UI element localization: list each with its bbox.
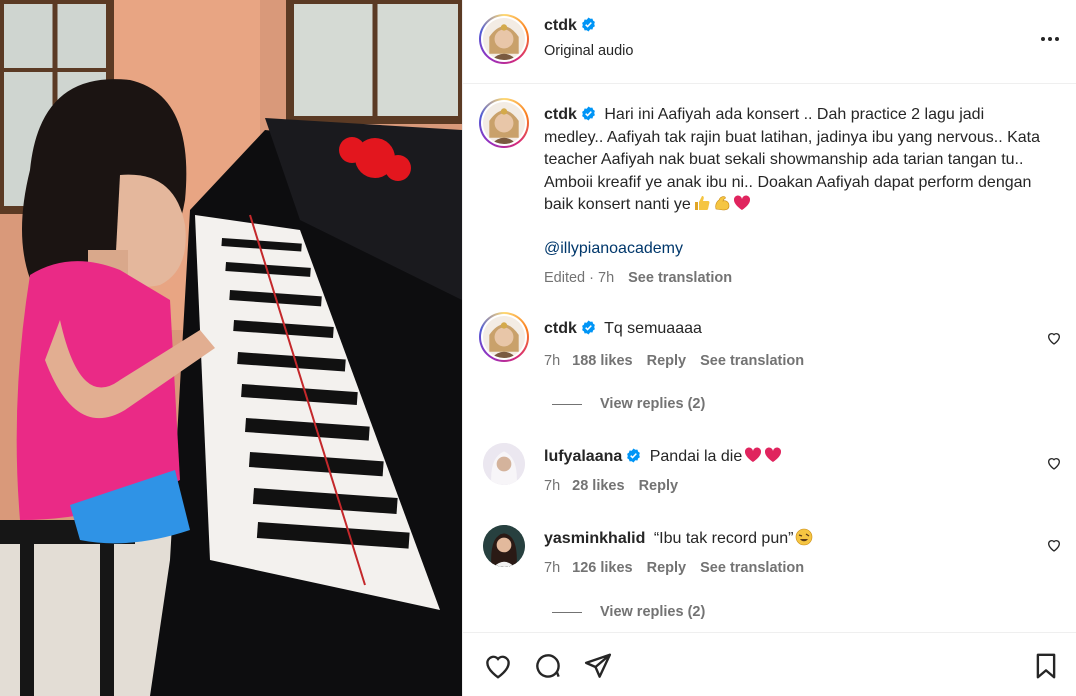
comment-avatar[interactable] — [483, 525, 525, 567]
comment-like-heart-icon[interactable] — [1046, 455, 1062, 471]
author-username[interactable]: ctdk — [544, 17, 596, 35]
comment-likes[interactable]: 28 likes — [572, 478, 624, 494]
comment-like-heart-icon[interactable] — [1046, 330, 1062, 346]
caption-avatar[interactable] — [479, 98, 529, 148]
comment-likes[interactable]: 188 likes — [572, 353, 632, 369]
red-heart-emoji-icon — [744, 446, 762, 464]
comment-3-meta: 7h 126 likes Reply See translation — [544, 560, 804, 576]
comment-text: Tq semuaaaa — [604, 320, 702, 337]
avatar-portrait-icon — [483, 443, 525, 485]
comment-text: “Ibu tak record pun” — [653, 530, 794, 547]
verified-badge-icon — [626, 448, 641, 463]
comment-username[interactable]: yasminkhalid — [544, 530, 645, 547]
avatar-portrait-icon — [483, 316, 525, 358]
audio-label[interactable]: Original audio — [544, 43, 633, 59]
rolling-laughing-emoji-icon — [795, 528, 813, 546]
share-send-icon[interactable] — [583, 651, 613, 681]
view-replies-button[interactable]: View replies (2) — [552, 396, 705, 412]
comment-like-heart-icon[interactable] — [1046, 537, 1062, 553]
post-header: ctdk Original audio — [463, 0, 1076, 84]
view-replies-button[interactable]: View replies (2) — [552, 604, 705, 620]
avatar-portrait-icon — [483, 525, 525, 567]
comment-3: yasminkhalid “Ibu tak record pun” — [544, 528, 813, 548]
post-action-bar — [463, 632, 1076, 696]
avatar-portrait-icon — [483, 102, 525, 144]
like-heart-icon[interactable] — [483, 651, 513, 681]
comment-reply-button[interactable]: Reply — [639, 478, 679, 494]
replies-divider — [552, 403, 582, 405]
comment-avatar[interactable] — [483, 443, 525, 485]
comment-username[interactable]: lufyalaana — [544, 448, 641, 465]
media-illustration — [0, 0, 462, 696]
mention-link[interactable]: @illypianoacademy — [544, 240, 683, 258]
caption-username[interactable]: ctdk — [544, 106, 596, 123]
verified-badge-icon — [581, 17, 596, 32]
post-panel: ctdk Original audio ctdk Hari ini Aafiya… — [462, 0, 1076, 696]
comment-1: ctdk Tq semuaaaa — [544, 320, 702, 338]
caption-see-translation[interactable]: See translation — [628, 270, 732, 286]
comment-username[interactable]: ctdk — [544, 320, 596, 337]
flexed-biceps-emoji-icon — [713, 194, 731, 212]
comment-reply-button[interactable]: Reply — [647, 560, 687, 576]
comment-time: 7h — [544, 560, 561, 576]
caption-meta: Edited · 7h See translation — [544, 270, 732, 286]
caption-text: Hari ini Aafiyah ada konsert .. Dah prac… — [544, 106, 1041, 214]
avatar-portrait-icon — [483, 18, 525, 60]
save-bookmark-icon[interactable] — [1031, 651, 1061, 681]
comment-text: Pandai la die — [649, 448, 743, 465]
verified-badge-icon — [581, 320, 596, 335]
replies-divider — [552, 611, 582, 613]
post-caption: ctdk Hari ini Aafiyah ada konsert .. Dah… — [544, 104, 1044, 217]
verified-badge-icon — [581, 106, 596, 121]
red-heart-emoji-icon — [733, 194, 751, 212]
comment-reply-button[interactable]: Reply — [647, 353, 687, 369]
comment-likes[interactable]: 126 likes — [572, 560, 632, 576]
post-media[interactable] — [0, 0, 462, 696]
more-options-icon[interactable] — [1037, 26, 1063, 52]
comment-bubble-icon[interactable] — [533, 651, 563, 681]
red-heart-emoji-icon — [764, 446, 782, 464]
comment-2-meta: 7h 28 likes Reply — [544, 478, 678, 494]
caption-edited-time: Edited · 7h — [544, 270, 615, 286]
post-viewer: ctdk Original audio ctdk Hari ini Aafiya… — [0, 0, 1076, 696]
comment-1-meta: 7h 188 likes Reply See translation — [544, 353, 804, 369]
thumbs-up-emoji-icon — [693, 194, 711, 212]
comment-time: 7h — [544, 353, 561, 369]
comment-see-translation[interactable]: See translation — [700, 560, 804, 576]
comment-see-translation[interactable]: See translation — [700, 353, 804, 369]
comment-avatar[interactable] — [479, 312, 529, 362]
comment-time: 7h — [544, 478, 561, 494]
comment-2: lufyalaana Pandai la die — [544, 446, 782, 466]
author-avatar[interactable] — [479, 14, 529, 64]
